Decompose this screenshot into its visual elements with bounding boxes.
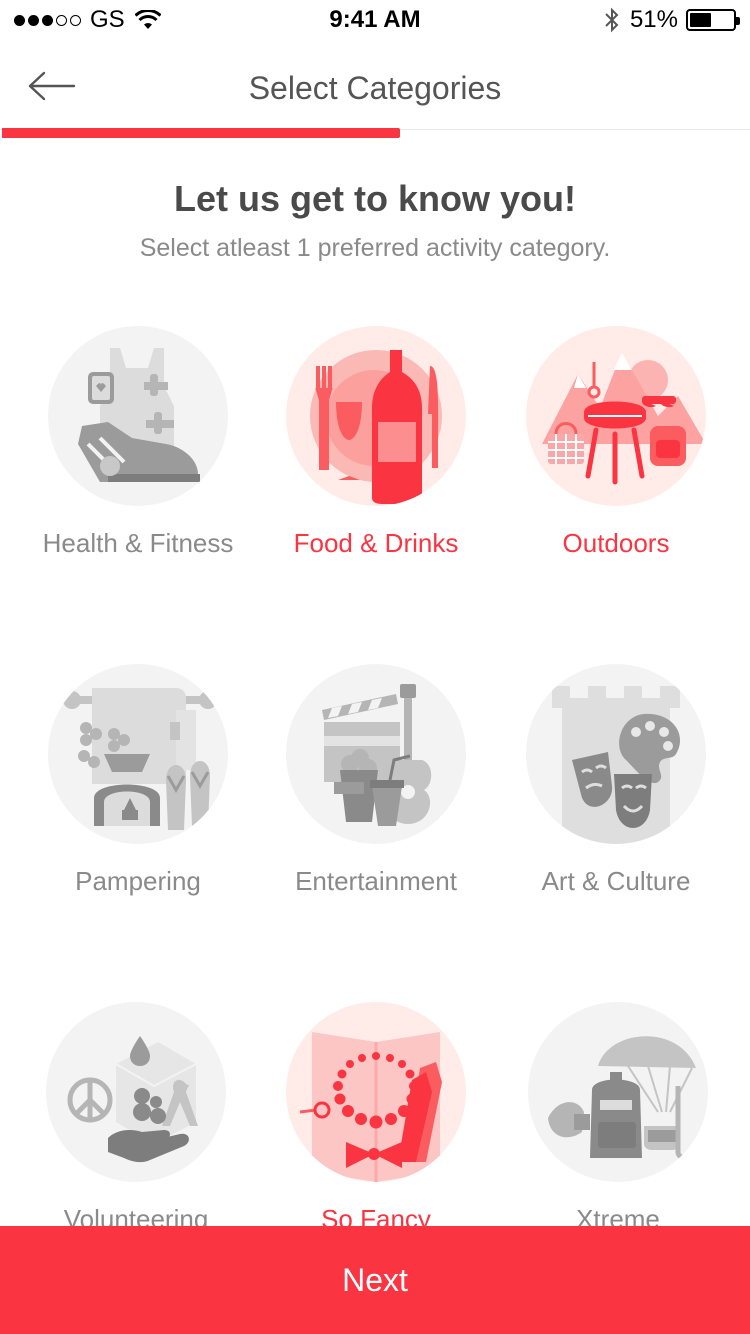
status-bar: GS 9:41 AM 51% — [0, 0, 750, 40]
category-pampering[interactable]: Pampering — [18, 664, 258, 924]
category-so-fancy[interactable]: So Fancy — [256, 1002, 496, 1262]
category-label: Pampering — [75, 866, 201, 896]
xtreme-icon — [548, 1036, 697, 1161]
intro-subheading: Select atleast 1 preferred activity cate… — [139, 234, 611, 262]
progress-fill — [2, 128, 400, 138]
outdoors-icon — [542, 352, 706, 485]
page-title: Select Categories — [248, 70, 502, 106]
bluetooth-icon — [605, 7, 619, 33]
battery-icon — [686, 9, 740, 31]
pampering-icon — [63, 688, 217, 830]
category-art-culture[interactable]: Art & Culture — [496, 664, 736, 924]
category-label: Food & Drinks — [293, 528, 459, 558]
category-circle — [528, 1002, 708, 1182]
category-xtreme[interactable]: Xtreme — [498, 1002, 738, 1262]
category-circle — [48, 326, 228, 506]
category-label: Outdoors — [562, 528, 670, 558]
category-circle — [48, 664, 228, 844]
art-culture-icon — [552, 686, 681, 844]
battery-level — [690, 13, 712, 27]
category-food-drinks[interactable]: Food & Drinks — [256, 326, 496, 586]
category-outdoors[interactable]: Outdoors — [496, 326, 736, 586]
battery-percent: 51% — [629, 6, 678, 33]
category-circle — [526, 326, 706, 506]
category-circle — [286, 326, 466, 506]
next-button[interactable]: Next — [0, 1226, 750, 1334]
fitness-icon — [78, 348, 200, 482]
category-health-fitness[interactable]: Health & Fitness — [18, 326, 258, 586]
so-fancy-icon — [299, 1032, 442, 1182]
category-circle — [286, 1002, 466, 1182]
entertainment-icon — [322, 684, 432, 826]
nav-bar: Select Categories — [0, 40, 750, 130]
category-label: Health & Fitness — [42, 528, 234, 558]
screen: GS 9:41 AM 51% Select Categories Let us … — [0, 0, 750, 1334]
category-circle — [46, 1002, 226, 1182]
status-right: 51% — [604, 6, 740, 34]
category-label: Entertainment — [295, 866, 457, 896]
category-volunteering[interactable]: Volunteering — [16, 1002, 256, 1262]
category-circle — [286, 664, 466, 844]
category-entertainment[interactable]: Entertainment — [256, 664, 496, 924]
volunteering-icon — [67, 1036, 198, 1163]
category-circle — [526, 664, 706, 844]
intro-heading: Let us get to know you! — [174, 178, 576, 219]
food-drinks-icon — [310, 350, 442, 504]
progress-bar — [0, 128, 750, 138]
category-label: Art & Culture — [541, 866, 691, 896]
